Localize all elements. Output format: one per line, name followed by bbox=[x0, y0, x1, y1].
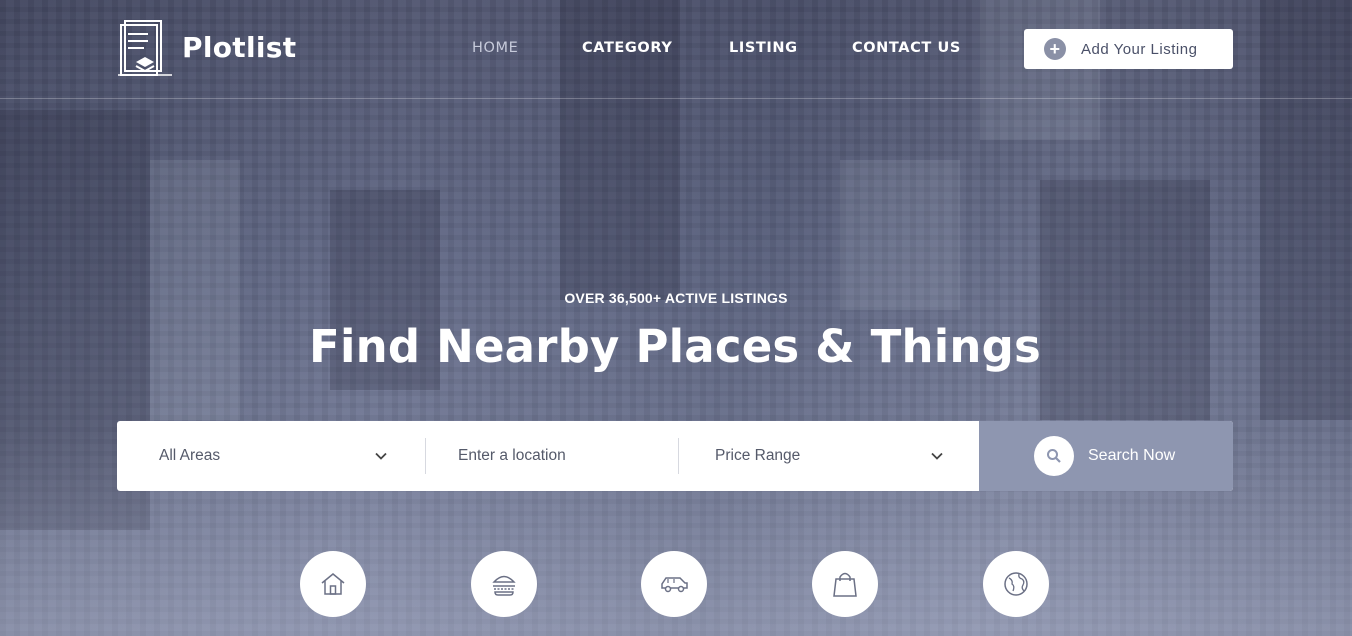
location-field bbox=[425, 438, 678, 474]
price-range-value: Price Range bbox=[715, 447, 801, 464]
area-select[interactable]: All Areas bbox=[117, 421, 425, 491]
house-icon bbox=[321, 573, 345, 595]
price-range-select[interactable]: Price Range bbox=[678, 438, 979, 474]
nav-listing[interactable]: LISTING bbox=[729, 40, 798, 56]
location-input[interactable] bbox=[456, 446, 660, 466]
chevron-down-icon bbox=[375, 452, 387, 460]
hero-eyebrow: OVER 36,500+ ACTIVE LISTINGS bbox=[564, 290, 788, 306]
top-navigation-bar: Plotlist HOME CATEGORY LISTING CONTACT U… bbox=[0, 0, 1352, 99]
shopping-bag-icon bbox=[833, 572, 857, 597]
hero-headline: Find Nearby Places & Things bbox=[309, 320, 1041, 373]
category-food[interactable] bbox=[471, 551, 537, 617]
search-icon bbox=[1034, 436, 1074, 476]
car-icon bbox=[661, 577, 688, 593]
nav-home[interactable]: HOME bbox=[472, 40, 518, 56]
area-select-value: All Areas bbox=[159, 447, 221, 464]
search-bar: All Areas Price Range Search Now bbox=[117, 421, 1233, 491]
search-now-label: Search Now bbox=[1088, 447, 1176, 464]
chevron-down-icon bbox=[931, 452, 943, 460]
add-listing-button[interactable]: + Add Your Listing bbox=[1024, 29, 1233, 69]
add-listing-label: Add Your Listing bbox=[1081, 40, 1198, 58]
category-row bbox=[0, 551, 1352, 636]
brand-logo[interactable]: Plotlist bbox=[118, 18, 296, 76]
category-home[interactable] bbox=[300, 551, 366, 617]
document-stack-icon bbox=[118, 20, 172, 76]
globe-icon bbox=[1004, 572, 1028, 596]
category-cars[interactable] bbox=[641, 551, 707, 617]
burger-icon bbox=[492, 575, 516, 596]
nav-category[interactable]: CATEGORY bbox=[582, 40, 672, 56]
search-now-button[interactable]: Search Now bbox=[979, 421, 1233, 491]
category-shopping[interactable] bbox=[812, 551, 878, 617]
brand-name: Plotlist bbox=[182, 30, 297, 64]
nav-contact-us[interactable]: CONTACT US bbox=[852, 40, 961, 56]
plus-icon: + bbox=[1044, 38, 1066, 60]
category-travel[interactable] bbox=[983, 551, 1049, 617]
